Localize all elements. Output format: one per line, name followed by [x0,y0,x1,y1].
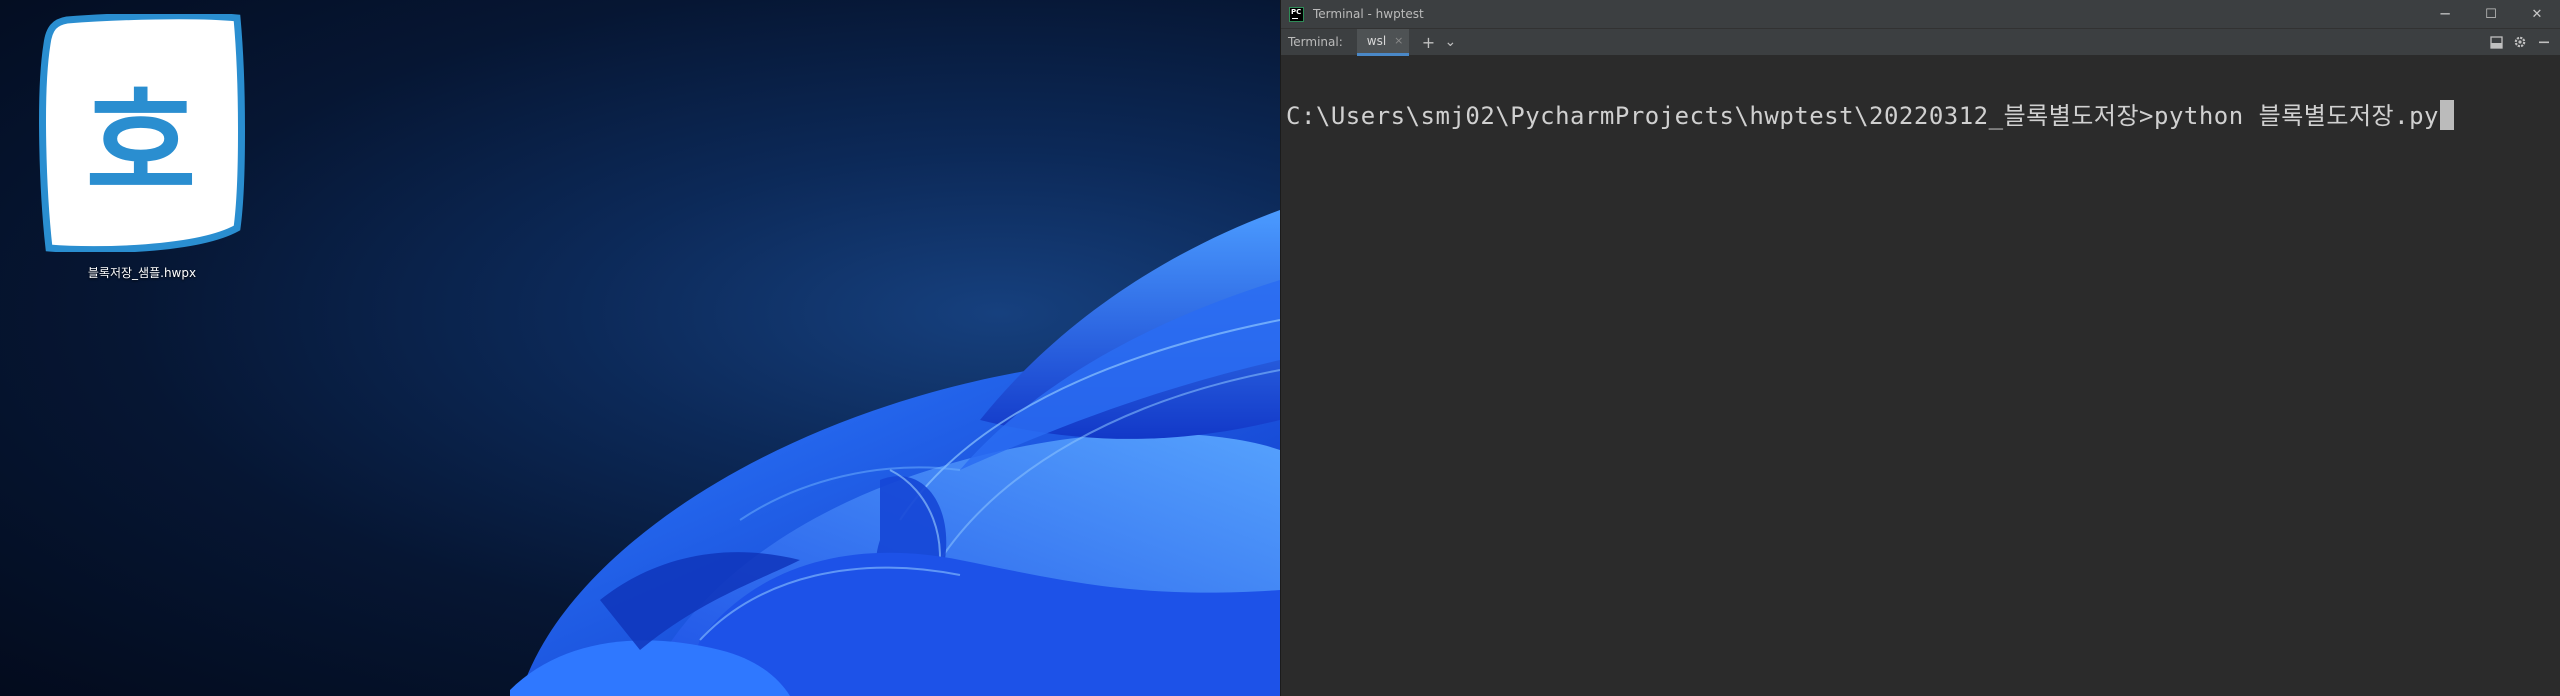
desktop-icon-label: 블록저장_샘플.hwpx [87,266,197,280]
hide-icon[interactable] [2532,29,2556,56]
tab-close-icon[interactable]: × [1394,34,1403,47]
tab-label: wsl [1366,33,1387,48]
layout-icon[interactable] [2484,29,2508,56]
chevron-down-icon[interactable]: ⌄ [1439,29,1461,56]
tab-wsl[interactable]: wsl × [1356,28,1410,56]
desktop-file-icon[interactable]: 호 블록저장_샘플.hwpx [37,12,247,284]
window-controls: ─ ☐ ✕ [2422,0,2560,29]
terminal-output[interactable]: C:\Users\smj02\PycharmProjects\hwptest\2… [1281,56,2560,696]
minimize-button[interactable]: ─ [2422,0,2468,29]
terminal-command: python 블록별도저장.py [2154,102,2439,130]
window-title: Terminal - hwptest [1313,7,1424,21]
text-cursor [2439,100,2454,130]
hwp-glyph: 호 [86,76,196,215]
pycharm-logo-icon: PC [1289,6,1304,22]
pycharm-window: PC Terminal - hwptest ─ ☐ ✕ Terminal: ws… [1280,0,2560,696]
maximize-button[interactable]: ☐ [2468,0,2514,29]
add-tab-icon[interactable]: + [1417,29,1439,56]
gear-icon[interactable] [2508,29,2532,56]
toolwindow-actions [2484,29,2556,56]
terminal-toolbar: Terminal: wsl × + ⌄ [1281,28,2560,56]
desktop: 호 블록저장_샘플.hwpx [0,0,1280,696]
title-bar[interactable]: PC Terminal - hwptest ─ ☐ ✕ [1281,0,2560,29]
hwp-document-icon: 호 [37,12,247,254]
toolwindow-title: Terminal: [1288,35,1343,49]
close-button[interactable]: ✕ [2514,0,2560,29]
terminal-prompt: C:\Users\smj02\PycharmProjects\hwptest\2… [1286,102,2154,130]
terminal-line: C:\Users\smj02\PycharmProjects\hwptest\2… [1286,96,2454,131]
